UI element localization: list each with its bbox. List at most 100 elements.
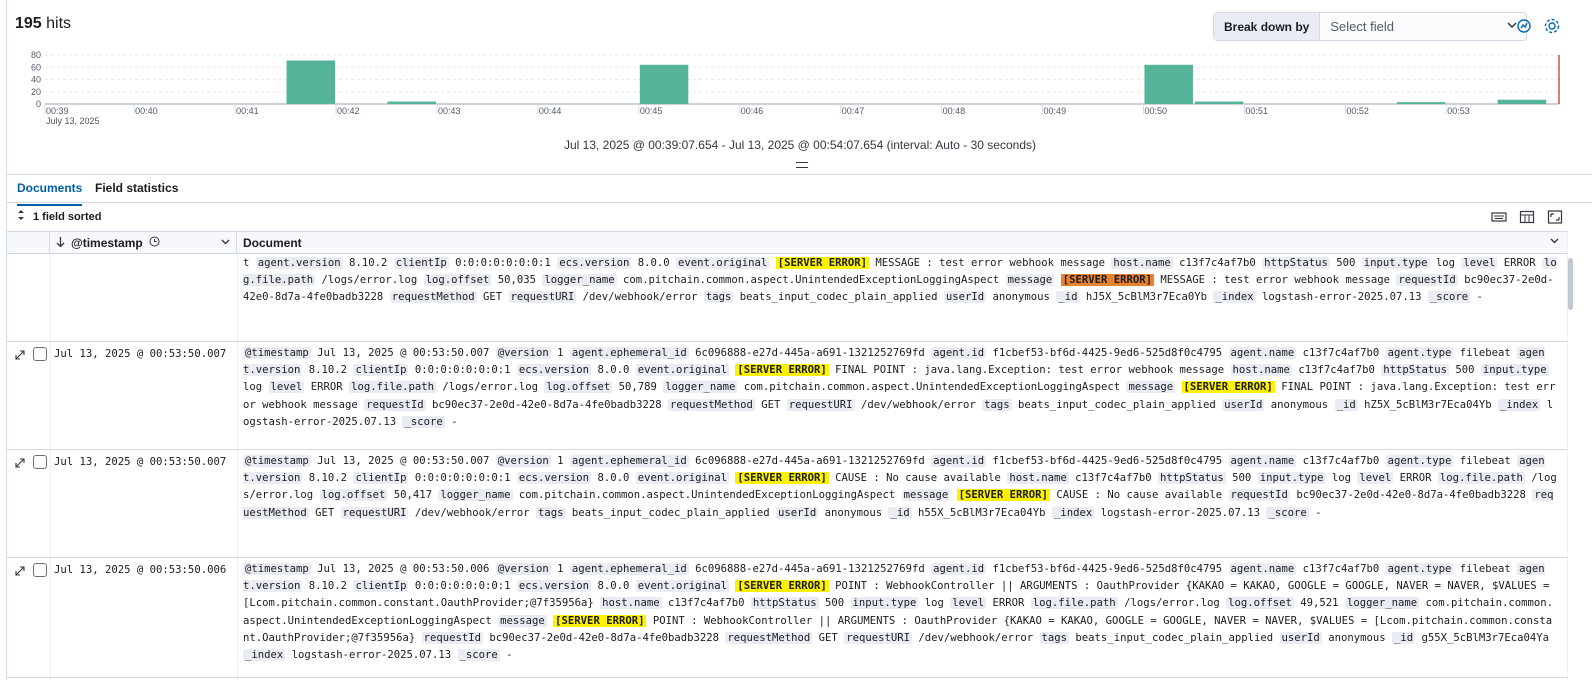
field-key: requestId bbox=[1396, 274, 1458, 287]
field-value: CAUSE : No cause available bbox=[828, 472, 1008, 485]
field-value: g55X_5cBlM3r7Eca04Ya bbox=[1415, 631, 1556, 644]
hits-count: 195 hits bbox=[15, 15, 72, 32]
field-key: clientIp bbox=[353, 364, 409, 377]
field-key: agent.id bbox=[931, 563, 987, 575]
field-value: com.pitchain.common.aspect.UnintendedExc… bbox=[616, 274, 1006, 287]
field-value: R bbox=[1529, 257, 1542, 269]
field-value: 49,521 bbox=[1293, 597, 1345, 610]
field-value: 1 bbox=[550, 347, 570, 359]
field-value: /logs/error.log bbox=[1117, 597, 1227, 610]
expand-icon[interactable] bbox=[14, 348, 26, 360]
table-row[interactable]: Jul 13, 2025 @ 00:53:50.007 @timestamp Ju… bbox=[7, 342, 1567, 450]
field-value: 8.10.2 bbox=[302, 472, 354, 485]
document-table: @timestamp Document t agent.version 8.10… bbox=[7, 231, 1567, 680]
table-row[interactable]: Jul 13, 2025 @ 00:53:50.007 @timestamp Ju… bbox=[7, 450, 1567, 558]
field-key: message bbox=[1126, 381, 1176, 394]
field-value: beats_input_codec_plain_applied bbox=[733, 291, 944, 304]
field-key: userId bbox=[776, 506, 819, 519]
gear-icon[interactable] bbox=[1543, 17, 1561, 35]
field-key: log.file.path bbox=[349, 381, 436, 394]
field-value: 1 bbox=[550, 563, 570, 575]
field-value: 6c096888-e27d-445a-a691-1321252769fd bbox=[688, 347, 932, 359]
field-value bbox=[1054, 274, 1060, 286]
sort-label: 1 field sorted bbox=[33, 210, 102, 223]
keyboard-icon[interactable] bbox=[1491, 210, 1507, 224]
field-value: hZ5X_5cBlM3r7Eca04Yb bbox=[1357, 398, 1499, 411]
field-key: event.original bbox=[676, 257, 770, 269]
expand-icon[interactable] bbox=[14, 456, 26, 468]
field-key: input.type bbox=[1361, 257, 1430, 269]
column-header-document[interactable]: Document bbox=[237, 232, 1567, 254]
field-value: t bbox=[243, 257, 256, 269]
sort-control[interactable]: 1 field sorted bbox=[17, 210, 101, 223]
field-value: Jul 13, 2025 @ 00:53:50.007 bbox=[310, 347, 496, 359]
field-key: _id bbox=[1391, 631, 1416, 644]
field-value: 8.10.2 bbox=[302, 580, 354, 593]
field-key: ecs.version bbox=[516, 472, 592, 485]
chevron-down-icon[interactable] bbox=[1550, 236, 1559, 248]
column-display-icon[interactable] bbox=[1519, 210, 1535, 224]
field-key: agent.ephemeral_id bbox=[569, 347, 689, 359]
column-header-timestamp[interactable]: @timestamp bbox=[50, 232, 237, 254]
field-key: userId bbox=[943, 291, 987, 304]
field-key: _score bbox=[402, 415, 445, 428]
field-key: agent.ephemeral_id bbox=[569, 563, 689, 575]
time-range-label: Jul 13, 2025 @ 00:39:07.654 - Jul 13, 20… bbox=[563, 138, 1036, 152]
field-key: _score bbox=[457, 649, 500, 662]
field-key: requestMethod bbox=[725, 631, 813, 644]
field-value: 1 bbox=[550, 455, 570, 467]
breakdown-label: Break down by bbox=[1214, 13, 1321, 40]
histogram-chart[interactable]: 80 60 40 20 0 00:39 00:40 00:41 00:42 00:43 00:44 0… bbox=[7, 48, 1592, 130]
search-highlight: [SERVER ERROR] bbox=[775, 257, 869, 269]
row-timestamp: Jul 13, 2025 @ 00:53:50.007 bbox=[54, 456, 227, 468]
table-row[interactable]: t agent.version 8.10.2 clientIp 0:0:0:0:… bbox=[7, 254, 1567, 342]
field-key: log.offset bbox=[544, 381, 613, 394]
chevron-down-icon[interactable] bbox=[221, 235, 230, 249]
expand-icon[interactable] bbox=[14, 564, 26, 576]
field-value: filebeat bbox=[1453, 455, 1518, 467]
row-checkbox[interactable] bbox=[33, 347, 47, 361]
resize-handle[interactable] bbox=[796, 162, 808, 168]
field-key: logger_name bbox=[663, 381, 738, 394]
field-key: _index bbox=[1051, 506, 1095, 519]
field-key: requestId bbox=[421, 631, 483, 644]
x-tick-label: 00:39 bbox=[46, 106, 69, 116]
field-value: ERROR bbox=[304, 381, 350, 394]
field-key: level bbox=[268, 381, 305, 394]
search-highlight-active: [SERVER ERROR] bbox=[1060, 274, 1154, 287]
row-checkbox[interactable] bbox=[33, 455, 47, 469]
field-key: logger_name bbox=[1344, 597, 1420, 610]
document-cell: @timestamp Jul 13, 2025 @ 00:53:50.006 @… bbox=[243, 561, 1557, 664]
column-label: @timestamp bbox=[71, 236, 143, 250]
field-value: GET bbox=[754, 398, 787, 411]
field-key: agent.type bbox=[1385, 347, 1454, 359]
field-value: c13f7c4af7b0 bbox=[1172, 257, 1263, 269]
field-value: /dev/webhook/error bbox=[911, 631, 1040, 644]
row-checkbox[interactable] bbox=[33, 563, 47, 577]
field-value: 500 bbox=[1225, 472, 1258, 485]
field-key: @version bbox=[495, 455, 551, 467]
y-tick-label: 60 bbox=[31, 62, 41, 72]
tab-field-statistics[interactable]: Field statistics bbox=[95, 181, 178, 204]
field-value: 8.0.0 bbox=[591, 580, 636, 593]
field-value: /dev/webhook/error bbox=[854, 398, 983, 411]
chart-options-icon[interactable] bbox=[1515, 17, 1533, 35]
field-value: 0:0:0:0:0:0:0:1 bbox=[408, 364, 517, 377]
field-value: beats_input_codec_plain_applied bbox=[1069, 631, 1280, 644]
breakdown-field-select[interactable]: Select field bbox=[1320, 19, 1498, 34]
x-tick-label: 00:48 bbox=[943, 106, 966, 116]
fullscreen-icon[interactable] bbox=[1547, 210, 1563, 224]
table-row[interactable]: Jul 13, 2025 @ 00:53:50.006 @timestamp Ju… bbox=[7, 558, 1567, 678]
field-value: 50,789 bbox=[612, 381, 664, 394]
field-value: c13f7c4af7b0 bbox=[1296, 347, 1386, 359]
field-key: requestId bbox=[364, 398, 426, 411]
field-key: log.file.path bbox=[1437, 472, 1525, 485]
field-key: _score bbox=[1266, 506, 1309, 519]
breakdown-select[interactable]: Break down by Select field bbox=[1213, 12, 1527, 41]
field-value: - bbox=[499, 649, 513, 662]
x-tick-label: 00:47 bbox=[842, 106, 865, 116]
field-value: logstash-error-2025.07.13 bbox=[1255, 291, 1428, 304]
field-value: /dev/webhook/error bbox=[408, 506, 537, 519]
scrollbar-thumb[interactable] bbox=[1568, 258, 1573, 310]
field-value: filebeat bbox=[1453, 563, 1518, 575]
